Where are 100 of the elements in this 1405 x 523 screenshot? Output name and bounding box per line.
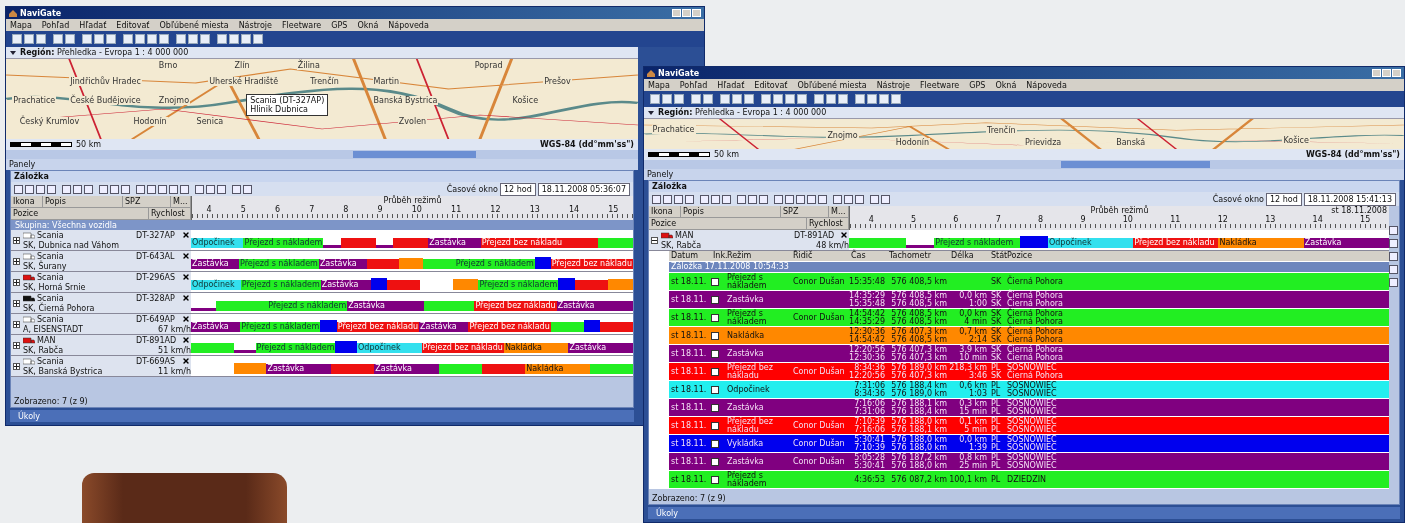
- menu-item[interactable]: Editovať: [754, 80, 788, 90]
- bottom-panel-bar[interactable]: Úkoly: [10, 410, 634, 422]
- time-window-label: Časové okno: [1212, 194, 1264, 204]
- map-drawing[interactable]: Prachatice Znojmo Hodonín Trenčín Prievidza Banská Košice: [644, 118, 1404, 149]
- activity-bar: Zastávka: [191, 322, 241, 332]
- tab[interactable]: Záložka: [14, 172, 49, 181]
- table-cell-text: 576 408,5 km: [890, 299, 948, 308]
- expand-icon[interactable]: [13, 257, 20, 265]
- expand-icon[interactable]: [13, 362, 20, 370]
- time-window-spinner[interactable]: 12 hod: [499, 182, 536, 196]
- table-cell-text: 576 408,5 km: [890, 309, 948, 318]
- menu-item[interactable]: Okná: [357, 20, 379, 30]
- table-cell-text: 576 188,0 km: [890, 417, 948, 426]
- projection-dropdown[interactable]: WGS-84 (dd°mm'ss"): [1306, 150, 1400, 159]
- menu-item[interactable]: Fleetware: [919, 80, 960, 90]
- table-row[interactable]: st 18.11. Zastávka 7:16:06 7:31:06 576 188,1 km 576 188,4 km 0,3 km 15 min PL PL SOSNOWIEC SOSNOWIEC: [669, 399, 1389, 417]
- tab[interactable]: Záložka: [652, 182, 687, 191]
- menu-item[interactable]: Hľadať: [79, 20, 107, 30]
- expand-icon[interactable]: [13, 299, 20, 307]
- menu-item[interactable]: Mapa: [10, 20, 32, 30]
- window-title: NaviGate: [658, 68, 700, 78]
- table-cell-text: 12:30:36: [848, 353, 886, 362]
- close-icon[interactable]: [182, 294, 190, 302]
- table-row[interactable]: st 18.11. Zastávka 12:20:56 12:30:36 576 407,3 km 576 407,3 km 3,9 km 10 min SK SK Čierná Pohora Čierná Pohora: [669, 345, 1389, 363]
- table-row[interactable]: st 18.11. Přejezd bez nákladu Conor Dušan 7:10:39 7:16:06 576 188,0 km 576 188,1 km 0,1 km 5 min PL PL SOSNOWIEC SOSNOWIEC: [669, 417, 1389, 435]
- menu-item[interactable]: Pohľad: [679, 80, 708, 90]
- activity-bar: [398, 258, 423, 269]
- activity-bar: [482, 364, 526, 374]
- activity-bar: [234, 363, 267, 374]
- hour-label: 13: [529, 205, 540, 214]
- menu-item[interactable]: Obľúbené miesta: [797, 80, 867, 90]
- menu-item[interactable]: Obľúbené miesta: [159, 20, 229, 30]
- close-icon[interactable]: [182, 336, 190, 344]
- table-cell-text: 0,0 km: [958, 435, 988, 444]
- menu-item[interactable]: Nástroje: [876, 80, 910, 90]
- table-row[interactable]: st 18.11. Zastávka 14:35:29 15:35:48 576 408,5 km 576 408,5 km 0,0 km 1:00 SK SK Čierná Pohora Čierná Pohora: [669, 291, 1389, 309]
- menu-item[interactable]: Nápoveda: [388, 20, 429, 30]
- scrollbar[interactable]: [6, 150, 638, 159]
- activity-bar: [335, 341, 357, 353]
- datetime-field[interactable]: 18.11.2008 05:36:07: [537, 182, 630, 196]
- close-icon[interactable]: [182, 315, 190, 323]
- menu-item[interactable]: Okná: [995, 80, 1017, 90]
- table-row[interactable]: st 18.11. Odpočinek 7:31:06 8:34:36 576 188,4 km 576 189,0 km 0,6 km 1:03 PL PL SOSNOWIEC SOSNOWIEC: [669, 381, 1389, 399]
- table-cell-text: 576 408,5 km: [890, 335, 948, 344]
- menu-item[interactable]: Editovať: [116, 20, 150, 30]
- bottom-panel-bar[interactable]: Úkoly: [648, 507, 1400, 519]
- close-icon[interactable]: [182, 357, 190, 365]
- menu-item[interactable]: GPS: [969, 80, 986, 90]
- close-icon[interactable]: [182, 231, 190, 239]
- table-cell-text: 576 187,2 km: [890, 453, 948, 462]
- menu-item[interactable]: GPS: [331, 20, 348, 30]
- menu-item[interactable]: Nápoveda: [1026, 80, 1067, 90]
- table-cell-text: 14:54:42: [848, 309, 886, 318]
- datetime-field[interactable]: 18.11.2008 15:41:13: [1303, 192, 1396, 206]
- caret-icon[interactable]: [648, 110, 654, 115]
- truck-icon: [661, 231, 673, 239]
- menu-item[interactable]: Mapa: [648, 80, 670, 90]
- close-icon[interactable]: [182, 273, 190, 281]
- table-row[interactable]: st 18.11. Nakládka 12:30:36 14:54:42 576 407,3 km 576 408,5 km 0,7 km 2:14 SK SK Čierná Pohora Čierná Pohora: [669, 327, 1389, 345]
- hour-label: 14: [568, 205, 580, 214]
- status-text: Zobrazeno: 7 (z 9): [14, 397, 88, 406]
- table-row[interactable]: st 18.11. Zastávka Conor Dušan 5:05:28 5:30:41 576 187,2 km 576 188,0 km 0,8 km 25 min PL PL SOSNOWIEC SOSNOWIEC: [669, 453, 1389, 471]
- menu-item[interactable]: Nástroje: [238, 20, 272, 30]
- table-cell-text: 4:36:53: [853, 475, 886, 484]
- column-header[interactable]: Režim: [725, 252, 791, 260]
- projection-dropdown[interactable]: WGS-84 (dd°mm'ss"): [540, 140, 634, 149]
- activity-bar: Přejezd bez nákladu: [474, 301, 557, 311]
- table-cell-text: 7:31:06: [853, 381, 886, 390]
- map-drawing[interactable]: [6, 58, 638, 139]
- table-cell-text: 5:30:41: [853, 435, 886, 444]
- group-row[interactable]: Záložka 17.11.2008 10:54:33: [669, 263, 1389, 271]
- menu-item[interactable]: Hľadať: [717, 80, 745, 90]
- column-header[interactable]: Tachometr: [887, 252, 949, 260]
- activity-bar: [366, 259, 399, 269]
- activity-bar: [1019, 236, 1048, 248]
- activity-bar: Přejezd bez nákladu: [550, 259, 633, 269]
- table-row[interactable]: st 18.11. Vykládka Conor Dušan 5:30:41 7:10:39 576 188,0 km 576 188,0 km 0,0 km 1:39 PL PL SOSNOWIEC SOSNOWIEC: [669, 435, 1389, 453]
- table-cell-text: SK: [990, 277, 1003, 286]
- collapse-icon[interactable]: [651, 236, 658, 244]
- table-cell-text: 3:46: [969, 371, 988, 380]
- expand-icon[interactable]: [13, 236, 20, 244]
- expand-icon[interactable]: [13, 320, 20, 328]
- table-row[interactable]: st 18.11. Přejezd s nákladem Conor Dušan 15:35:48 576 408,5 km SK Čierná Pohora: [669, 273, 1389, 291]
- time-window-spinner[interactable]: 12 hod: [1265, 192, 1302, 206]
- expand-icon[interactable]: [13, 341, 20, 349]
- close-icon[interactable]: [182, 252, 190, 260]
- table-cell-text: Čierná Pohora: [1006, 277, 1064, 286]
- column-header[interactable]: Datum: [669, 252, 711, 260]
- close-icon[interactable]: [840, 231, 848, 239]
- caret-icon[interactable]: [10, 50, 16, 55]
- activity-bar: [608, 279, 633, 290]
- column-header[interactable]: Ink.: [711, 252, 725, 260]
- scale-bar: [10, 142, 72, 147]
- column-header[interactable]: Délka: [949, 252, 989, 260]
- menu-item[interactable]: Fleetware: [281, 20, 322, 30]
- column-header[interactable]: Řidič: [791, 252, 849, 260]
- scrollbar[interactable]: [644, 160, 1404, 169]
- table-row[interactable]: st 18.11. Přejezd s nákladem 4:36:53 576 087,2 km 100,1 km PL DZIEDZIN: [669, 471, 1389, 489]
- expand-icon[interactable]: [13, 278, 20, 286]
- menu-item[interactable]: Pohľad: [41, 20, 70, 30]
